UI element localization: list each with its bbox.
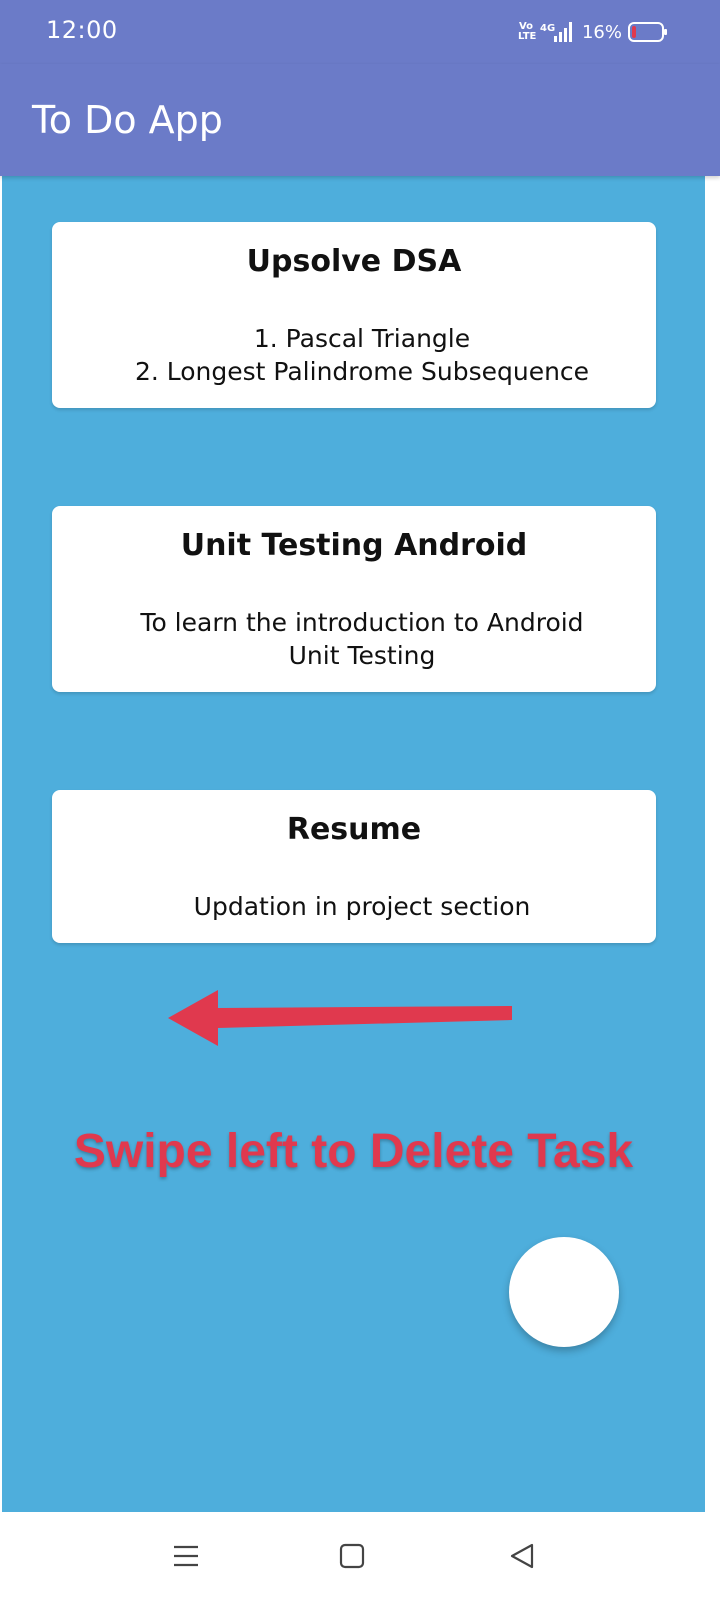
navigation-bar — [0, 1512, 720, 1600]
swipe-hint-text: Swipe left to Delete Task — [73, 1125, 634, 1178]
task-description: Updation in project section — [193, 892, 531, 921]
battery-icon — [628, 21, 668, 43]
task-title: Upsolve DSA — [246, 244, 462, 279]
arrow-left-icon — [168, 988, 514, 1048]
task-title: Resume — [286, 812, 422, 847]
task-card[interactable]: Upsolve DSA 1. Pascal Triangle 2. Longes… — [52, 222, 656, 408]
task-title: Unit Testing Android — [180, 528, 528, 563]
battery-percent: 16% — [581, 21, 622, 43]
signal-icon: 4G — [540, 20, 574, 44]
task-card[interactable]: Resume Updation in project section — [52, 790, 656, 943]
back-triangle-icon[interactable] — [504, 1538, 540, 1574]
status-bar: 12:00 Vo LTE 4G 16% — [0, 0, 720, 64]
home-square-icon[interactable] — [334, 1538, 370, 1574]
app-title: To Do App — [32, 98, 223, 142]
volte-icon: Vo LTE — [517, 21, 537, 42]
app-bar: To Do App — [0, 64, 720, 176]
status-icons: Vo LTE 4G 16% — [518, 18, 668, 46]
task-description: To learn the introduction to Android Uni… — [140, 608, 584, 670]
task-list-area[interactable]: Upsolve DSA 1. Pascal Triangle 2. Longes… — [2, 176, 705, 1512]
task-description: 1. Pascal Triangle 2. Longest Palindrome… — [134, 324, 590, 386]
signal-label: 4G — [540, 23, 555, 34]
add-task-fab[interactable] — [509, 1237, 619, 1347]
status-time: 12:00 — [46, 16, 118, 44]
menu-icon[interactable] — [168, 1538, 204, 1574]
task-card[interactable]: Unit Testing Android To learn the introd… — [52, 506, 656, 692]
